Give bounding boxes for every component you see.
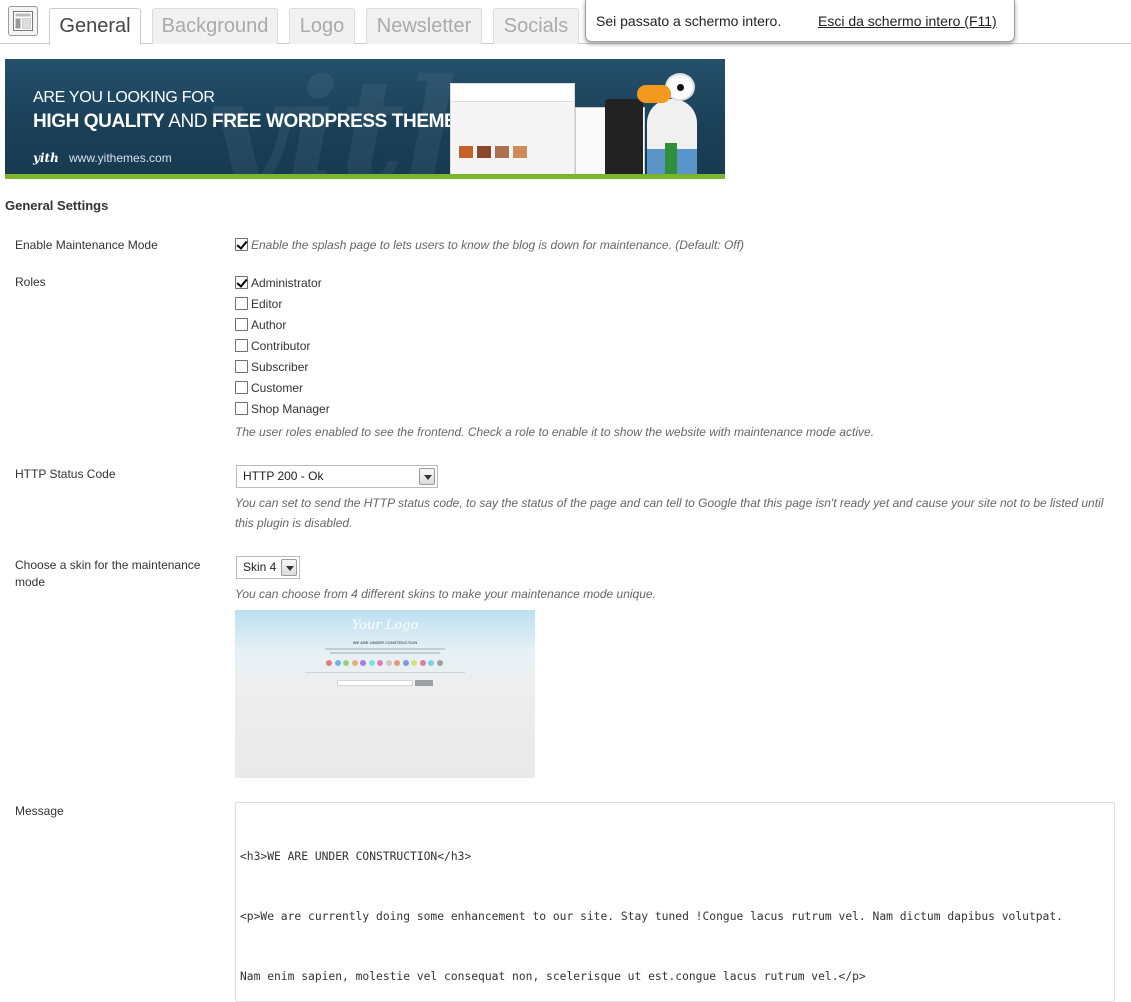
http-status-label: HTTP Status Code	[15, 467, 116, 481]
http-status-selected-value: HTTP 200 - Ok	[243, 469, 324, 483]
section-title: General Settings	[5, 198, 109, 213]
message-label: Message	[15, 804, 64, 818]
skin-preview-social-dot	[343, 660, 349, 666]
role-label-customer[interactable]: Customer	[251, 381, 303, 395]
http-status-description-line-1: You can set to send the HTTP status code…	[235, 496, 1104, 510]
role-label-author[interactable]: Author	[251, 318, 286, 332]
maintenance-mode-label: Enable Maintenance Mode	[15, 238, 158, 252]
fullscreen-message: Sei passato a schermo intero.	[596, 13, 782, 29]
yithemes-banner[interactable]: yith ARE YOU LOOKING FOR HIGH QUALITY AN…	[5, 59, 725, 179]
banner-url: www.yithemes.com	[69, 151, 172, 165]
tab-background[interactable]: Background	[152, 8, 278, 44]
role-label-shop-manager[interactable]: Shop Manager	[251, 402, 330, 416]
roles-description: The user roles enabled to see the fronte…	[235, 425, 875, 439]
skin-preview-social-dot	[402, 660, 409, 666]
message-line-1: <h3>WE ARE UNDER CONSTRUCTION</h3>	[240, 850, 472, 863]
tab-general[interactable]: General	[49, 8, 141, 45]
role-label-contributor[interactable]: Contributor	[251, 339, 310, 353]
skin-preview-social-dot	[419, 660, 426, 666]
banner-headline-1: ARE YOU LOOKING FOR	[33, 89, 215, 106]
banner-headline-2: HIGH QUALITY AND FREE WORDPRESS THEMES?	[33, 111, 480, 132]
skin-preview-social-dot	[360, 660, 366, 666]
banner-brand-logo: yith	[33, 151, 59, 165]
chevron-down-icon[interactable]	[419, 468, 435, 485]
maintenance-mode-checkbox[interactable]	[235, 238, 248, 251]
role-checkbox-author[interactable]	[235, 318, 248, 331]
http-status-select[interactable]: HTTP 200 - Ok	[236, 465, 438, 488]
skin-preview-social-dot	[411, 660, 417, 666]
maintenance-mode-description: Enable the splash page to lets users to …	[251, 238, 744, 252]
skin-preview-image: Your Logo WE ARE UNDER CONSTRUCTION	[235, 610, 535, 778]
role-label-administrator[interactable]: Administrator	[251, 276, 322, 290]
skin-preview-social-dot	[436, 660, 443, 666]
skin-preview-social-dot	[394, 660, 400, 666]
tab-logo[interactable]: Logo	[289, 8, 355, 44]
skin-preview-logo: Your Logo	[351, 618, 419, 633]
mascot-beak	[637, 85, 671, 103]
role-checkbox-customer[interactable]	[235, 381, 248, 394]
chevron-down-icon[interactable]	[281, 559, 297, 576]
role-label-editor[interactable]: Editor	[251, 297, 282, 311]
skin-label-line-2: mode	[15, 575, 46, 589]
banner-theme-screenshot	[450, 83, 575, 179]
exit-fullscreen-link[interactable]: Esci da schermo intero (F11)	[818, 13, 997, 29]
skin-preview-social-dot	[351, 660, 358, 666]
message-line-2: <p>We are currently doing some enhanceme…	[240, 910, 1063, 923]
skin-preview-social-dot	[326, 660, 332, 666]
tab-socials[interactable]: Socials	[493, 8, 579, 44]
skin-preview-heading: WE ARE UNDER CONSTRUCTION	[352, 640, 418, 645]
skin-preview-social-dot	[377, 660, 383, 666]
skin-preview-social-dot	[368, 660, 375, 666]
fullscreen-notice: Sei passato a schermo intero. Esci da sc…	[585, 0, 1015, 42]
role-label-subscriber[interactable]: Subscriber	[251, 360, 308, 374]
role-checkbox-subscriber[interactable]	[235, 360, 248, 373]
tab-newsletter[interactable]: Newsletter	[366, 8, 482, 44]
skin-preview-social-dot	[385, 660, 392, 666]
message-textarea[interactable]: <h3>WE ARE UNDER CONSTRUCTION</h3> <p>We…	[235, 802, 1115, 1002]
skin-selected-value: Skin 4	[243, 560, 277, 574]
settings-page-icon	[8, 6, 38, 36]
roles-label: Roles	[15, 275, 46, 289]
banner-tablet-image	[605, 99, 643, 179]
skin-label-line-1: Choose a skin for the maintenance	[15, 558, 201, 572]
role-checkbox-editor[interactable]	[235, 297, 248, 310]
http-status-description-line-2: this plugin is disabled.	[235, 516, 353, 530]
banner-stripe	[5, 174, 725, 179]
role-checkbox-shop-manager[interactable]	[235, 402, 248, 415]
role-checkbox-administrator[interactable]	[235, 276, 248, 289]
skin-preview-social-dot	[334, 660, 341, 666]
message-line-3: Nam enim sapien, molestie vel consequat …	[240, 970, 866, 983]
role-checkbox-contributor[interactable]	[235, 339, 248, 352]
skin-preview-social-dot	[428, 660, 434, 666]
skin-select[interactable]: Skin 4	[236, 556, 300, 579]
skin-description: You can choose from 4 different skins to…	[235, 587, 656, 601]
